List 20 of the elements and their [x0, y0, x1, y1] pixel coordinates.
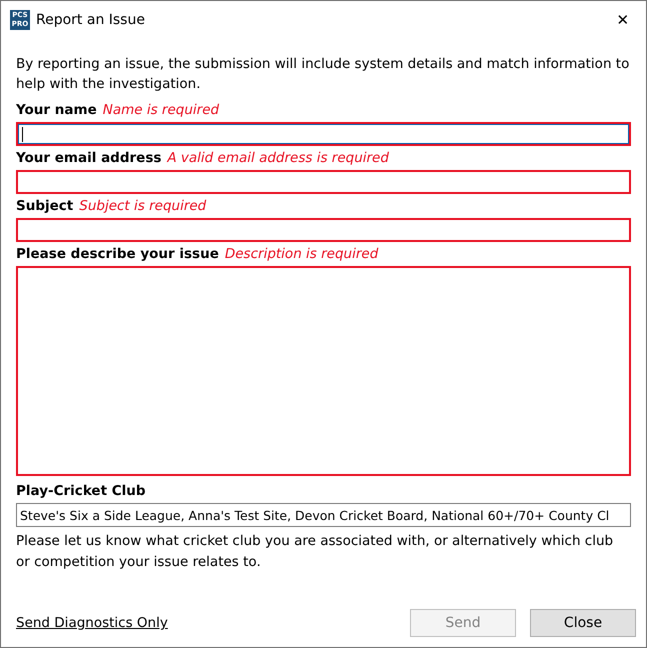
intro-text: By reporting an issue, the submission will include system details and match information to help with the investigation.: [16, 55, 630, 94]
error-message: Description is required: [224, 246, 378, 262]
dialog-button[interactable]: Close: [530, 609, 636, 637]
help-text: Please let us know what cricket club you are associated with, or alternatively which club or competition your issue relates to.: [16, 532, 614, 572]
error-message: Name is required: [102, 102, 220, 118]
input-field[interactable]: [16, 170, 631, 194]
field-label: Subject: [16, 198, 74, 214]
club-field[interactable]: Steve's Six a Side League, Anna's Test Site, Devon Cricket Board, National 60+/70+ County Cl: [16, 503, 631, 527]
field-label: Your email address: [16, 150, 162, 166]
field-label: Your name: [16, 102, 97, 118]
window-title: Report an Issue: [36, 12, 146, 28]
field-label: Play-Cricket Club: [16, 483, 146, 499]
description-field[interactable]: [16, 266, 631, 476]
input-field[interactable]: [16, 122, 631, 146]
field-label: Please describe your issue: [16, 246, 219, 262]
input-field[interactable]: [16, 218, 631, 242]
error-message: Subject is required: [79, 198, 206, 214]
error-message: A valid email address is required: [167, 150, 389, 166]
send-diagnostics-link[interactable]: Send Diagnostics Only: [16, 615, 168, 631]
close-button[interactable]: ✕: [600, 1, 646, 38]
